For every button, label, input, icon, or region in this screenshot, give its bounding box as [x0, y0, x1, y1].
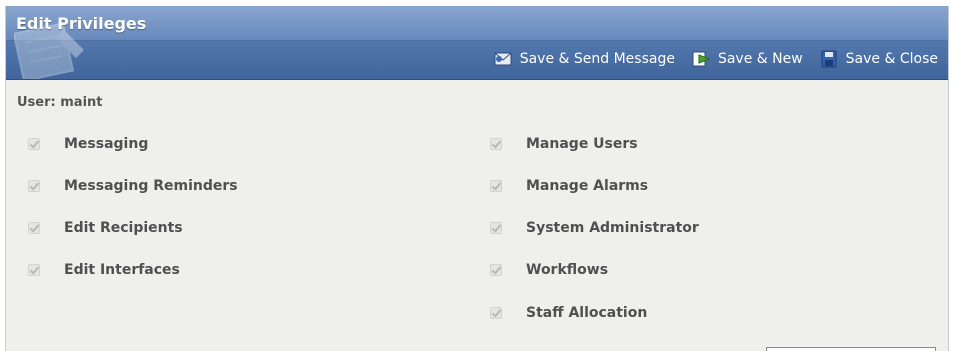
edit-privileges-dialog: Edit Privileges Save & Send Message Save… [5, 6, 949, 351]
privilege-edit-recipients: Edit Recipients [28, 220, 183, 236]
privilege-label: Edit Recipients [64, 220, 183, 236]
dialog-content: User: maint Messaging Messaging Reminder… [6, 80, 948, 351]
privilege-label: Workflows [526, 262, 609, 278]
save-close-button[interactable]: Save & Close [819, 50, 938, 68]
privilege-messaging: Messaging [28, 136, 148, 152]
privilege-edit-interfaces: Edit Interfaces [28, 262, 180, 278]
dialog-header: Edit Privileges Save & Send Message Save… [6, 6, 948, 80]
checkbox[interactable] [490, 307, 502, 319]
save-close-label: Save & Close [845, 51, 938, 67]
save-send-message-label: Save & Send Message [519, 51, 675, 67]
checkbox[interactable] [490, 222, 502, 234]
privilege-manage-users: Manage Users [490, 136, 638, 152]
send-message-icon [494, 52, 512, 66]
privilege-label: Manage Alarms [526, 178, 649, 194]
privilege-staff-allocation: Staff Allocation [490, 305, 647, 321]
privilege-label: Staff Allocation [526, 305, 648, 321]
checkbox[interactable] [490, 264, 502, 276]
save-new-icon [692, 51, 711, 67]
checkbox[interactable] [490, 138, 502, 150]
checkbox[interactable] [28, 222, 40, 234]
privilege-workflows: Workflows [490, 262, 608, 278]
privilege-messaging-reminders: Messaging Reminders [28, 178, 238, 194]
save-new-button[interactable]: Save & New [691, 50, 803, 68]
toolbar: Save & Send Message Save & New Save & Cl… [493, 50, 938, 68]
privilege-label: Manage Users [526, 136, 638, 152]
checkbox[interactable] [28, 264, 40, 276]
privilege-label: System Administrator [526, 220, 699, 236]
checkbox[interactable] [28, 138, 40, 150]
dialog-title: Edit Privileges [16, 14, 147, 33]
privilege-manage-alarms: Manage Alarms [490, 178, 648, 194]
checkbox[interactable] [28, 180, 40, 192]
privilege-system-administrator: System Administrator [490, 220, 699, 236]
checkbox[interactable] [490, 180, 502, 192]
save-disk-icon [821, 50, 837, 68]
save-new-label: Save & New [717, 51, 803, 67]
save-send-message-button[interactable]: Save & Send Message [493, 50, 675, 68]
privilege-label: Messaging Reminders [64, 178, 238, 194]
header-title-band [6, 6, 948, 41]
privilege-label: Edit Interfaces [64, 262, 180, 278]
page: Edit Privileges Save & Send Message Save… [0, 0, 957, 351]
user-label: User: maint [17, 95, 103, 110]
privilege-label: Messaging [64, 136, 149, 152]
partial-button[interactable] [766, 347, 936, 351]
